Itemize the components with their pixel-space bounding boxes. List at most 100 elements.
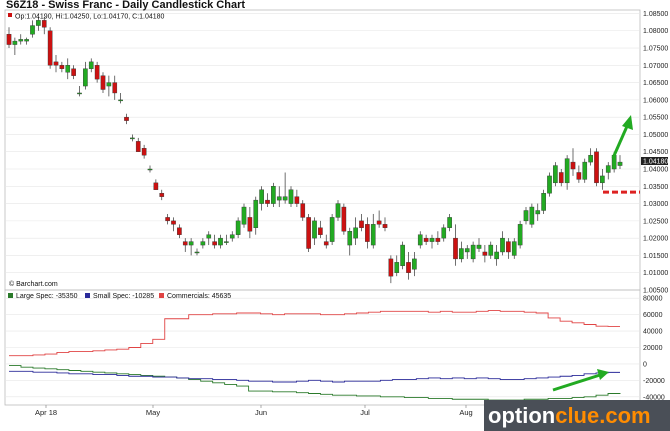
candle-body [318, 227, 323, 235]
candle-body [417, 234, 423, 246]
candle-body [253, 199, 259, 228]
candle-body [494, 251, 499, 260]
candle [276, 186, 282, 208]
candle [605, 162, 611, 180]
candle-body [241, 206, 247, 225]
candle-body [200, 241, 206, 246]
candle-body [600, 175, 605, 184]
candle-body [523, 210, 529, 222]
candle-body [182, 241, 188, 246]
candle-body [341, 206, 347, 232]
candle-body [476, 244, 482, 249]
candle [617, 155, 623, 170]
candle-body [353, 227, 358, 239]
candle-body [347, 231, 353, 246]
candle [335, 200, 341, 221]
candle-body [376, 220, 382, 225]
candle [464, 245, 470, 259]
candle [600, 169, 605, 190]
cot-lines [9, 310, 621, 401]
candle [147, 165, 153, 173]
price-tick-label: 1.08000 [643, 28, 668, 35]
candle-body [41, 20, 47, 28]
candle [400, 241, 405, 270]
candle [100, 72, 106, 93]
month-label: Apr 18 [35, 408, 57, 417]
candle-body [535, 210, 541, 215]
candle-body [382, 224, 388, 228]
price-gridlines [5, 13, 640, 291]
candle-body [188, 241, 194, 246]
candle [523, 207, 529, 225]
candle [71, 65, 76, 80]
legend-small-swatch [85, 293, 90, 298]
candle [318, 220, 323, 239]
month-label: Jun [255, 408, 267, 417]
candle-body [570, 161, 576, 170]
candle-body [235, 220, 241, 235]
candle [564, 155, 570, 190]
candle-body [370, 224, 376, 246]
candle-body [282, 196, 288, 201]
candle [529, 203, 535, 228]
price-y-axis: 1.08500 1.08000 1.07500 1.07000 1.06500 1.060… [643, 11, 668, 295]
month-labels: Apr 18 May Jun Jul Aug [35, 405, 473, 417]
candle-body [470, 244, 476, 260]
candle [453, 224, 458, 266]
candle-body [488, 244, 494, 256]
candle [588, 148, 593, 166]
candle [229, 231, 235, 242]
price-tick-label: 1.07500 [643, 46, 668, 53]
candlesticks [6, 16, 623, 284]
candle [194, 248, 200, 256]
chart-title: S6Z18 - Swiss Franc - Daily Candlestick … [6, 0, 245, 11]
candle [83, 61, 88, 90]
candle [506, 238, 511, 259]
candle-body [271, 186, 276, 204]
candle-body [294, 196, 300, 204]
candle-body [329, 217, 335, 242]
candle [177, 224, 182, 239]
candle-body [300, 203, 306, 218]
candle-body [541, 193, 546, 211]
watermark-text: optionclue.com [488, 403, 651, 428]
candle-body [153, 182, 159, 190]
cot-tick-label: 40000 [643, 329, 663, 336]
candle [394, 255, 400, 277]
candle [259, 186, 264, 211]
cot-tick-label: -20000 [643, 378, 665, 385]
candle [500, 231, 505, 256]
cot-series-line [9, 310, 620, 357]
candle [535, 203, 541, 221]
candle [182, 238, 188, 252]
candle [241, 203, 247, 228]
price-tick-label: 1.01500 [643, 253, 668, 260]
candle-body [306, 217, 311, 249]
candle [106, 75, 112, 97]
cot-tick-label: 0 [643, 361, 647, 368]
cot-tick-label: 80000 [643, 296, 663, 303]
candle-body [100, 75, 106, 90]
candle-body [576, 172, 582, 180]
candle-body [206, 234, 212, 239]
candle-body [529, 206, 535, 225]
candle [576, 165, 582, 183]
candle-body [83, 68, 88, 87]
candle [300, 200, 306, 221]
candle [547, 172, 552, 197]
candle-body [429, 237, 435, 242]
candle-body [12, 40, 18, 45]
candle-body [141, 148, 147, 156]
price-tick-label: 1.05500 [643, 115, 668, 122]
price-tick-label: 1.03500 [643, 184, 668, 191]
candle [135, 137, 141, 152]
candle [476, 238, 482, 252]
cot-arrow-head [597, 369, 609, 380]
price-tick-label: 1.04000 [643, 167, 668, 174]
candle-body [224, 241, 229, 243]
candle-body [388, 258, 394, 277]
candle-body [88, 61, 94, 69]
cot-tick-label: 60000 [643, 312, 663, 319]
price-tick-label: 1.06500 [643, 80, 668, 87]
cot-tick-label: 20000 [643, 345, 663, 352]
